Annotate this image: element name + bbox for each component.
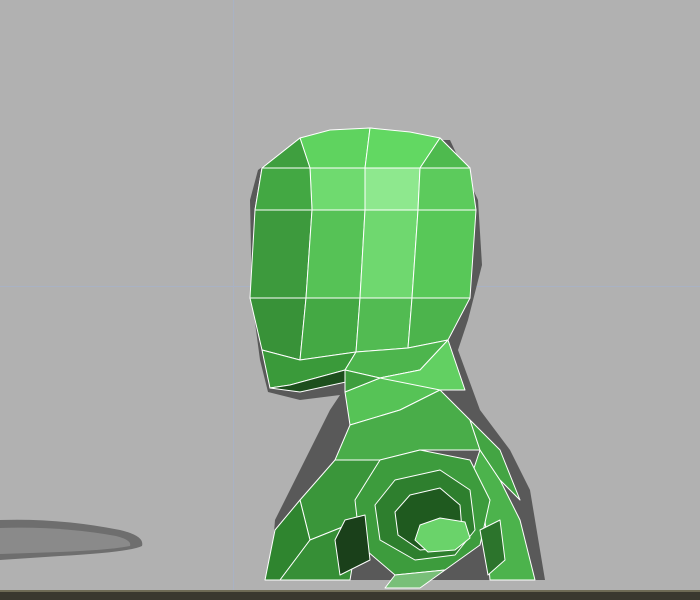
character-mesh[interactable] [249, 127, 536, 589]
3d-viewport[interactable] [0, 0, 700, 600]
scene-canvas[interactable] [0, 0, 700, 590]
viewport-bottom-bar [0, 590, 700, 600]
side-object[interactable] [0, 519, 143, 560]
